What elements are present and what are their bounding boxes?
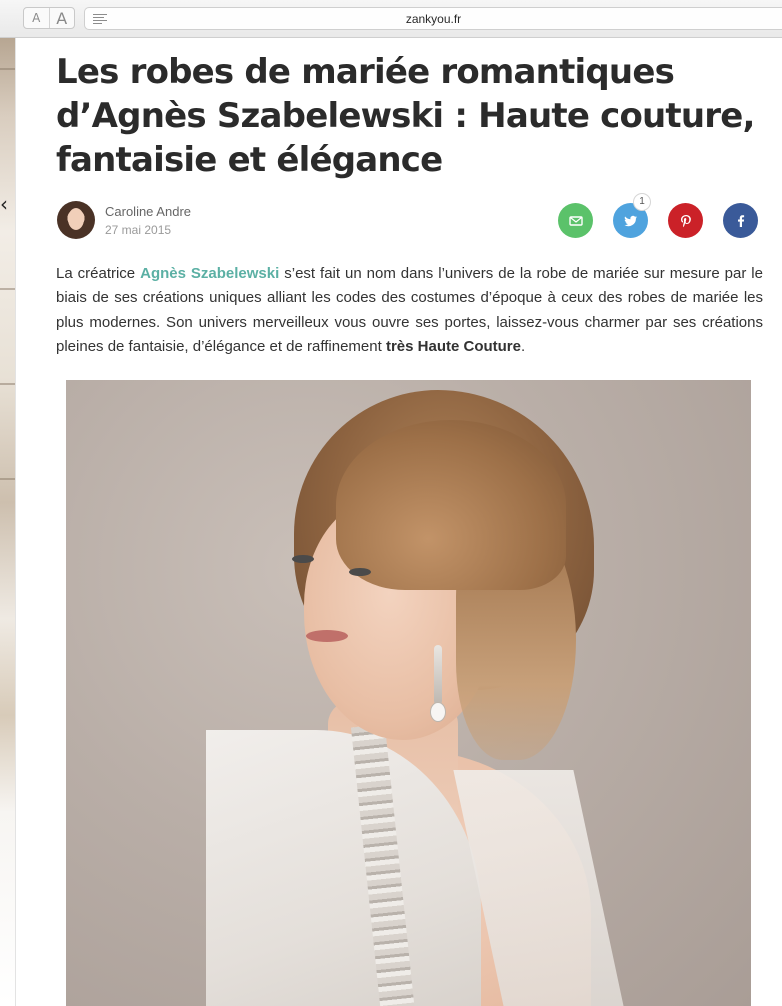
url-text: zankyou.fr xyxy=(405,12,462,26)
decrease-font-button[interactable]: A xyxy=(24,8,50,28)
twitter-icon xyxy=(624,215,637,226)
background-glyph: ‹ xyxy=(0,192,8,216)
publish-date: 27 mai 2015 xyxy=(105,223,172,237)
intro-text-1: La créatrice xyxy=(56,265,141,282)
intro-text-3: . xyxy=(520,337,526,355)
author-avatar[interactable] xyxy=(57,201,95,239)
article-title: Les robes de mariée romantiques d’Agnès … xyxy=(56,52,755,180)
share-pinterest-button[interactable] xyxy=(668,203,703,238)
share-email-button[interactable] xyxy=(558,203,593,238)
article-intro: La créatrice Agnès Szabelewski s’est fai… xyxy=(56,262,763,359)
background-page-strip xyxy=(0,38,15,1006)
email-icon xyxy=(568,215,583,226)
designer-link[interactable]: Agnès Szabelewski xyxy=(140,265,279,282)
font-size-controls: A A xyxy=(23,7,75,29)
twitter-share-count: 1 xyxy=(633,193,651,211)
address-bar[interactable]: zankyou.fr xyxy=(84,7,782,30)
facebook-icon xyxy=(737,214,744,227)
share-facebook-button[interactable] xyxy=(723,203,758,238)
reader-toolbar: A A zankyou.fr xyxy=(0,0,782,38)
increase-font-button[interactable]: A xyxy=(50,8,75,28)
pinterest-icon xyxy=(680,214,691,227)
author-name[interactable]: Caroline Andre xyxy=(105,204,191,219)
hero-photo xyxy=(66,380,751,1006)
intro-bold: très Haute Couture xyxy=(385,337,521,355)
